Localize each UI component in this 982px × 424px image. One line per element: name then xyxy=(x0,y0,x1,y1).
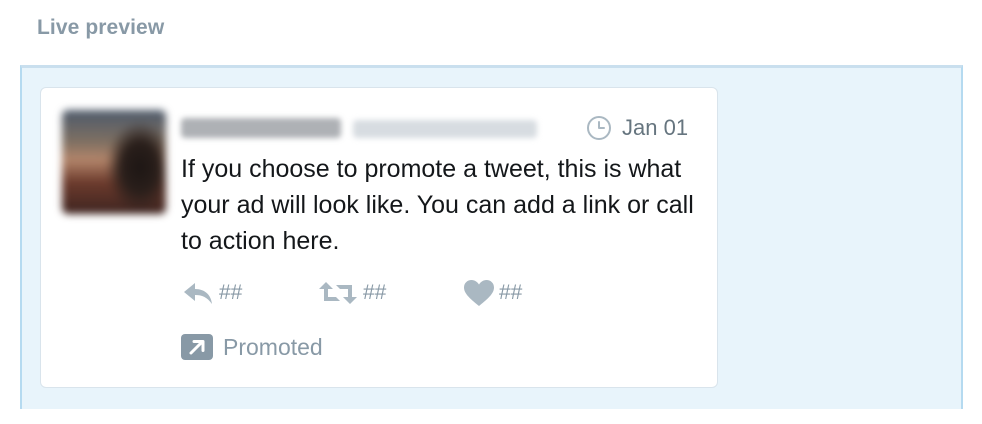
like-button[interactable]: ## xyxy=(463,278,522,308)
promoted-label: Promoted xyxy=(223,333,323,360)
tweet-card: Jan 01 If you choose to promote a tweet,… xyxy=(40,87,718,388)
retweet-icon xyxy=(319,282,357,304)
promoted-indicator: Promoted xyxy=(181,333,323,361)
timestamp-date: Jan 01 xyxy=(622,115,689,140)
section-title: Live preview xyxy=(37,16,165,39)
tweet-actions: ## ## ## xyxy=(181,278,581,308)
display-name-blurred xyxy=(181,118,341,138)
heart-icon xyxy=(464,280,494,306)
retweet-count: ## xyxy=(363,281,387,304)
tweet-text: If you choose to promote a tweet, this i… xyxy=(181,155,694,255)
reply-count: ## xyxy=(219,281,243,304)
like-count: ## xyxy=(499,281,523,304)
retweet-button[interactable]: ## xyxy=(317,278,386,308)
author-name-blurred[interactable] xyxy=(181,116,537,140)
promoted-arrow-icon xyxy=(181,334,213,360)
reply-icon xyxy=(184,283,212,304)
handle-blurred xyxy=(353,120,537,138)
reply-button[interactable]: ## xyxy=(181,278,242,308)
tweet-timestamp[interactable]: Jan 01 xyxy=(586,115,689,140)
avatar[interactable] xyxy=(62,110,166,214)
clock-icon xyxy=(587,116,611,140)
